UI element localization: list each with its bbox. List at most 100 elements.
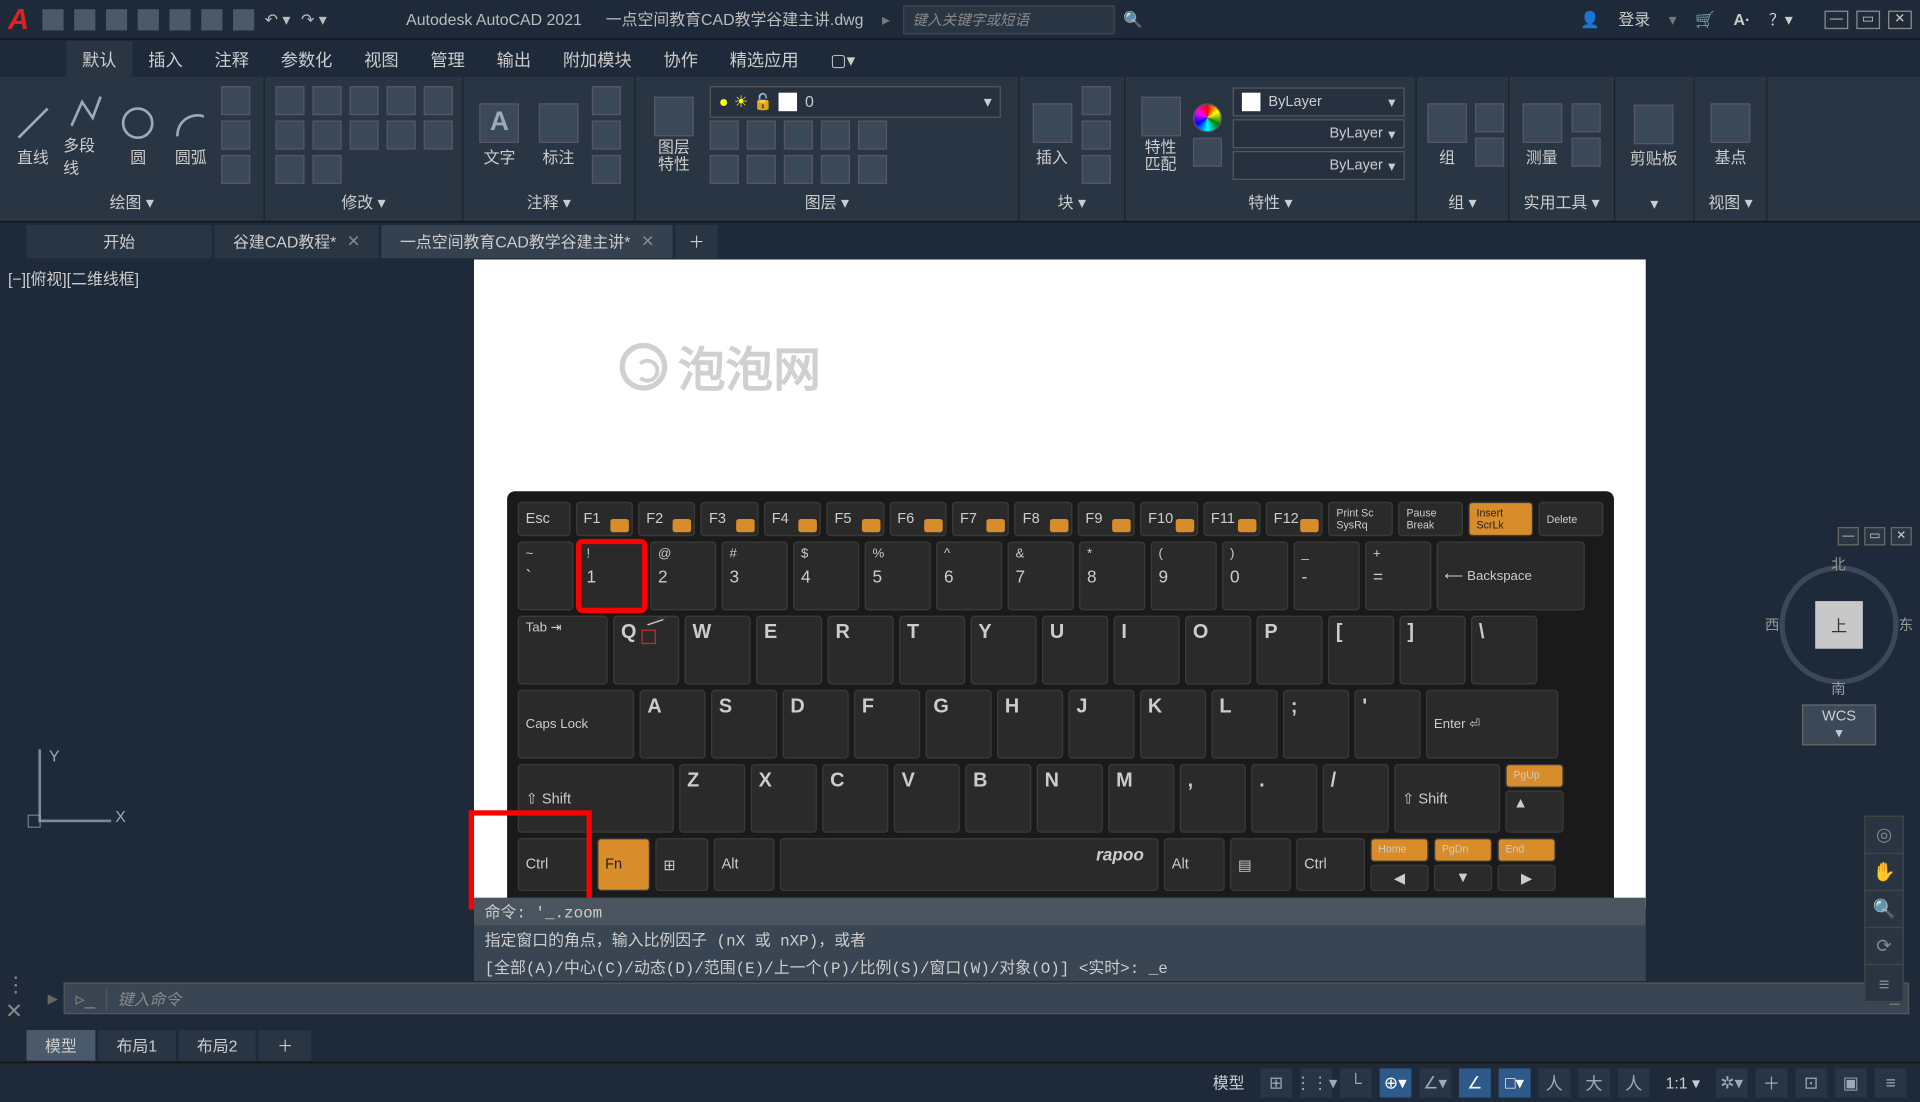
isodraft-icon[interactable]: ∠▾ xyxy=(1419,1068,1451,1097)
offset-icon[interactable] xyxy=(312,155,341,184)
tab-parametric[interactable]: 参数化 xyxy=(265,41,348,77)
tab-output[interactable]: 输出 xyxy=(481,41,547,77)
command-input[interactable]: 键入命令 xyxy=(107,987,1881,1010)
new-icon[interactable] xyxy=(42,9,63,30)
login-button[interactable]: 登录 xyxy=(1618,8,1650,31)
tab-collab[interactable]: 协作 xyxy=(648,41,714,77)
status-model[interactable]: 模型 xyxy=(1205,1071,1253,1094)
panel-group-title[interactable]: 组 ▾ xyxy=(1427,188,1497,216)
clean-screen-icon[interactable]: ▣ xyxy=(1835,1068,1867,1097)
leader-icon[interactable] xyxy=(592,86,621,115)
drawing-area[interactable]: [−][俯视][二维线框] Y X □ 泡泡网 EscF1F2F3F4F5F6F… xyxy=(0,260,1920,909)
tab-view[interactable]: 视图 xyxy=(348,41,414,77)
tab-addins[interactable]: 附加模块 xyxy=(547,41,648,77)
file-tab-1[interactable]: 谷建CAD教程*✕ xyxy=(214,224,378,257)
panel-props-title[interactable]: 特性 ▾ xyxy=(1136,188,1405,216)
nav-wheel-icon[interactable]: ◎ xyxy=(1866,817,1903,854)
transparency-icon[interactable]: 大 xyxy=(1578,1068,1610,1097)
layer-props-button[interactable]: 图层 特性 xyxy=(646,96,702,173)
hatch-icon[interactable] xyxy=(221,120,250,149)
ortho-icon[interactable]: └ xyxy=(1340,1068,1372,1097)
orbit-icon[interactable]: ⟳ xyxy=(1866,928,1903,965)
layout-tab-model[interactable]: 模型 xyxy=(26,1029,95,1059)
point-icon[interactable] xyxy=(1572,103,1601,132)
file-tab-2[interactable]: 一点空间教育CAD教学谷建主讲*✕ xyxy=(381,224,672,257)
plot-icon[interactable] xyxy=(169,9,190,30)
panel-block-title[interactable]: 块 ▾ xyxy=(1030,188,1113,216)
isolation-icon[interactable]: ＋ xyxy=(1756,1068,1788,1097)
rotate-icon[interactable] xyxy=(312,86,341,115)
layer-tool-7[interactable] xyxy=(747,155,776,184)
panel-clip-title[interactable]: ▾ xyxy=(1626,192,1683,216)
close-tab-icon[interactable]: ✕ xyxy=(347,232,360,251)
tab-start[interactable]: 开始 xyxy=(26,224,211,257)
undo-icon[interactable]: ↶ ▾ xyxy=(265,10,291,29)
color-wheel-icon[interactable] xyxy=(1193,103,1222,132)
block-attr-icon[interactable] xyxy=(1082,155,1111,184)
tab-default[interactable]: 默认 xyxy=(66,41,132,77)
group-button[interactable]: 组 xyxy=(1427,103,1467,168)
tab-featured[interactable]: 精选应用 xyxy=(714,41,815,77)
search-input[interactable]: 键入关键字或短语 xyxy=(903,5,1115,34)
erase-icon[interactable] xyxy=(387,86,416,115)
app-store-icon[interactable]: A· xyxy=(1734,10,1751,29)
linetype-dropdown[interactable]: ByLayer▾ xyxy=(1233,151,1405,180)
copy-icon[interactable] xyxy=(424,86,453,115)
panel-modify-title[interactable]: 修改 ▾ xyxy=(275,188,451,216)
close-tab-icon[interactable]: ✕ xyxy=(641,232,654,251)
ungroup-icon[interactable] xyxy=(1475,103,1504,132)
layout-tab-1[interactable]: 布局1 xyxy=(98,1029,176,1059)
rect-icon[interactable] xyxy=(221,86,250,115)
otrack-icon[interactable]: □▾ xyxy=(1499,1068,1531,1097)
panel-layers-title[interactable]: 图层 ▾ xyxy=(646,188,1007,216)
circle-button[interactable]: 圆 xyxy=(116,103,161,168)
lineweight-dropdown[interactable]: ByLayer▾ xyxy=(1233,119,1405,148)
minimize-button[interactable]: — xyxy=(1824,10,1848,29)
publish-icon[interactable] xyxy=(201,9,222,30)
dim-button[interactable]: 标注 xyxy=(533,103,584,168)
open-icon[interactable] xyxy=(74,9,95,30)
layer-tool-8[interactable] xyxy=(784,155,813,184)
array-icon[interactable] xyxy=(275,155,304,184)
layer-tool-3[interactable] xyxy=(784,120,813,149)
wcs-badge[interactable]: WCS ▾ xyxy=(1802,704,1876,745)
scale-icon[interactable] xyxy=(424,120,453,149)
table-icon[interactable] xyxy=(592,120,621,149)
gear-icon[interactable]: ✲▾ xyxy=(1716,1068,1748,1097)
tab-extra-icon[interactable]: ▢▾ xyxy=(814,45,871,77)
customize-icon[interactable]: ≡ xyxy=(1875,1068,1907,1097)
hardware-accel-icon[interactable]: ⊡ xyxy=(1795,1068,1827,1097)
snap-icon[interactable]: ⋮⋮▾ xyxy=(1300,1068,1332,1097)
group-edit-icon[interactable] xyxy=(1475,138,1504,167)
polar-icon[interactable]: ⊕▾ xyxy=(1380,1068,1412,1097)
match-props-button[interactable]: 特性 匹配 xyxy=(1136,96,1185,173)
maximize-button[interactable]: ▭ xyxy=(1856,10,1880,29)
print-icon[interactable] xyxy=(233,9,254,30)
viewcube-top[interactable]: 上 xyxy=(1815,601,1863,649)
layout-tab-add[interactable]: ＋ xyxy=(259,1029,312,1059)
line-button[interactable]: 直线 xyxy=(11,103,56,168)
explode-icon[interactable] xyxy=(350,120,379,149)
move-icon[interactable] xyxy=(275,86,304,115)
layer-tool-5[interactable] xyxy=(858,120,887,149)
fillet-icon[interactable] xyxy=(312,120,341,149)
color-dropdown[interactable]: ByLayer▾ xyxy=(1233,87,1405,116)
layer-tool-9[interactable] xyxy=(821,155,850,184)
help-icon[interactable]: ？▾ xyxy=(1769,8,1793,31)
cmd-drag-handle[interactable]: ⋮ ✕ ▸ xyxy=(5,972,58,1025)
vp-minimize-button[interactable]: — xyxy=(1838,527,1859,546)
panel-util-title[interactable]: 实用工具 ▾ xyxy=(1520,188,1603,216)
cloud-icon[interactable] xyxy=(592,155,621,184)
block-create-icon[interactable] xyxy=(1082,86,1111,115)
measure-button[interactable]: 测量 xyxy=(1520,103,1564,168)
stretch-icon[interactable] xyxy=(387,120,416,149)
anno-scale[interactable]: 1:1 ▾ xyxy=(1658,1073,1708,1092)
search-icon[interactable]: 🔍 xyxy=(1123,10,1143,29)
insert-block-button[interactable]: 插入 xyxy=(1030,103,1074,168)
region-icon[interactable] xyxy=(221,155,250,184)
user-icon[interactable]: 👤 xyxy=(1580,10,1600,29)
panel-annot-title[interactable]: 注释 ▾ xyxy=(474,188,624,216)
arc-button[interactable]: 圆弧 xyxy=(168,103,213,168)
redo-icon[interactable]: ↷ ▾ xyxy=(301,10,327,29)
panel-view-title[interactable]: 视图 ▾ xyxy=(1705,188,1755,216)
